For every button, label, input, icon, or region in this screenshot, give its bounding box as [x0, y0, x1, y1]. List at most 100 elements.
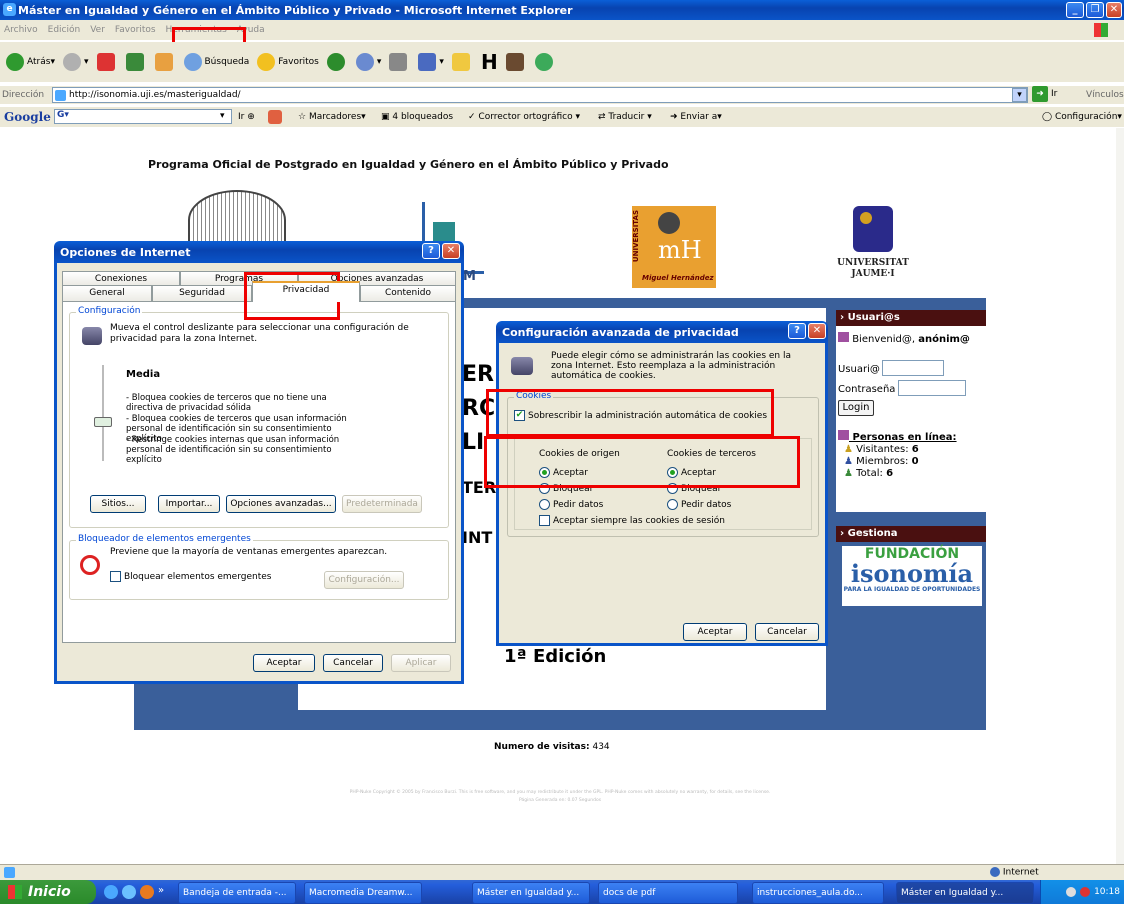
- task-master-1[interactable]: Máster en Igualdad y...: [472, 882, 590, 904]
- tab-privacidad[interactable]: Privacidad: [252, 281, 360, 302]
- quicklaunch-outlook-icon[interactable]: [104, 885, 118, 899]
- tab-conexiones[interactable]: Conexiones: [62, 271, 180, 285]
- advanced-options-button[interactable]: Opciones avanzadas...: [226, 495, 336, 513]
- ok-button[interactable]: Aceptar: [253, 654, 315, 672]
- quicklaunch-firefox-icon[interactable]: [140, 885, 154, 899]
- stop-button[interactable]: [96, 53, 118, 71]
- send-to-button[interactable]: ➜ Enviar a▾: [670, 112, 722, 122]
- login-button[interactable]: Login: [838, 400, 874, 416]
- history-button[interactable]: [326, 53, 348, 71]
- quick-launch: »: [104, 885, 164, 899]
- stop-icon: [96, 53, 115, 71]
- task-master-2[interactable]: Máster en Igualdad y...: [896, 882, 1034, 904]
- google-dropdown-icon[interactable]: ▾: [220, 111, 225, 121]
- h-button[interactable]: H: [481, 50, 498, 74]
- translate-button[interactable]: ⇄ Traducir ▾: [598, 112, 652, 122]
- override-cookies-checkbox[interactable]: ✔ Sobrescribir la administración automáti…: [514, 410, 767, 421]
- task-dreamweaver[interactable]: Macromedia Dreamw...: [304, 882, 422, 904]
- tab-general[interactable]: General: [62, 285, 152, 301]
- google-go-button[interactable]: Ir ⊕: [238, 112, 255, 122]
- partial-text-2: RC: [462, 396, 496, 421]
- username-input[interactable]: [882, 360, 944, 376]
- minimize-icon[interactable]: _: [1066, 2, 1084, 18]
- help-icon[interactable]: ?: [422, 243, 440, 259]
- address-input[interactable]: http://isonomia.uji.es/masterigualdad/: [52, 87, 1028, 103]
- menu-favoritos[interactable]: Favoritos: [115, 25, 156, 35]
- links-label[interactable]: Vínculos: [1086, 90, 1124, 100]
- task-instrucciones[interactable]: instrucciones_aula.do...: [752, 882, 884, 904]
- default-button[interactable]: Predeterminada: [342, 495, 422, 513]
- block-popups-checkbox[interactable]: Bloquear elementos emergentes: [110, 571, 271, 582]
- tab-contenido[interactable]: Contenido: [360, 285, 456, 301]
- footer-copyright: PHP-Nuke Copyright © 2005 by Francisco B…: [349, 790, 771, 795]
- adv-ok-button[interactable]: Aceptar: [683, 623, 747, 641]
- maximize-icon[interactable]: ❐: [1086, 2, 1104, 18]
- first-party-prompt-radio[interactable]: Pedir datos: [539, 499, 603, 510]
- research-button[interactable]: [505, 53, 527, 71]
- first-party-block-radio[interactable]: Bloquear: [539, 483, 593, 494]
- page-scrollbar[interactable]: [1116, 128, 1124, 864]
- popup-blocked-button[interactable]: ▣ 4 bloqueados: [381, 112, 453, 122]
- users-icon: [838, 332, 849, 342]
- back-arrow-icon: [6, 53, 24, 71]
- address-dropdown[interactable]: ▾: [1012, 88, 1027, 102]
- spellcheck-button[interactable]: ✓ Corrector ortográfico ▾: [468, 112, 580, 122]
- adv-close-icon[interactable]: ✕: [808, 323, 826, 339]
- print-button[interactable]: [389, 53, 410, 71]
- messenger-button[interactable]: [534, 53, 556, 71]
- sites-button[interactable]: Sitios...: [90, 495, 146, 513]
- edit-button[interactable]: ▾: [418, 53, 444, 71]
- partial-text-5: INT: [462, 528, 493, 547]
- start-button[interactable]: Inicio: [0, 880, 96, 904]
- privacy-slider-thumb[interactable]: [94, 417, 112, 427]
- import-button[interactable]: Importar...: [158, 495, 220, 513]
- windows-logo-icon: [1094, 23, 1108, 37]
- member-icon: ♟: [844, 456, 853, 467]
- session-cookies-checkbox[interactable]: Aceptar siempre las cookies de sesión: [539, 515, 725, 526]
- menu-herramientas[interactable]: Herramientas: [166, 25, 227, 35]
- refresh-button[interactable]: [125, 53, 147, 71]
- dialog-close-icon[interactable]: ✕: [442, 243, 460, 259]
- fundacion-isonomia-logo[interactable]: FUNDACIÓN isonomía PARA LA IGUALDAD DE O…: [842, 546, 982, 606]
- popup-blocker-icon: [80, 555, 100, 575]
- tab-seguridad[interactable]: Seguridad: [152, 285, 252, 301]
- menu-archivo[interactable]: Archivo: [4, 25, 38, 35]
- home-button[interactable]: [154, 53, 176, 71]
- third-party-accept-radio[interactable]: Aceptar: [667, 467, 716, 478]
- adv-cancel-button[interactable]: Cancelar: [755, 623, 819, 641]
- privacy-slider-track[interactable]: [102, 365, 104, 461]
- quicklaunch-more-icon[interactable]: »: [158, 885, 164, 899]
- ie-icon: e: [3, 3, 16, 16]
- quicklaunch-ie-icon[interactable]: [122, 885, 136, 899]
- menu-ver[interactable]: Ver: [90, 25, 105, 35]
- third-party-block-radio[interactable]: Bloquear: [667, 483, 721, 494]
- bookmarks-button[interactable]: ☆ Marcadores▾: [298, 112, 366, 122]
- go-button[interactable]: ➜ Ir: [1032, 86, 1057, 102]
- task-docs-pdf[interactable]: docs de pdf: [598, 882, 738, 904]
- first-party-accept-radio[interactable]: Aceptar: [539, 467, 588, 478]
- folder-button[interactable]: [451, 53, 473, 71]
- menu-edicion[interactable]: Edición: [48, 25, 81, 35]
- favorites-button[interactable]: Favoritos: [257, 53, 319, 71]
- page-icon: [55, 90, 66, 101]
- popup-config-button[interactable]: Configuración...: [324, 571, 404, 589]
- adv-help-icon[interactable]: ?: [788, 323, 806, 339]
- forward-button[interactable]: ▾: [62, 53, 89, 71]
- menu-ayuda[interactable]: Ayuda: [237, 25, 265, 35]
- apply-button[interactable]: Aplicar: [391, 654, 451, 672]
- search-button[interactable]: Búsqueda: [183, 53, 249, 71]
- tray-antivirus-icon[interactable]: [1080, 887, 1091, 897]
- tray-network-icon[interactable]: [1066, 887, 1077, 897]
- google-config-button[interactable]: ◯ Configuración▾: [1042, 112, 1122, 122]
- back-button[interactable]: Atrás ▾: [6, 53, 55, 71]
- cancel-button[interactable]: Cancelar: [323, 654, 383, 672]
- third-party-prompt-radio[interactable]: Pedir datos: [667, 499, 731, 510]
- google-news-icon[interactable]: [268, 110, 282, 124]
- cookie-options-box: Cookies de origen Cookies de terceros Ac…: [514, 438, 812, 530]
- task-bandeja[interactable]: Bandeja de entrada -...: [178, 882, 296, 904]
- google-search-input[interactable]: G▾: [54, 109, 232, 124]
- close-icon[interactable]: ✕: [1106, 2, 1122, 18]
- password-input[interactable]: [898, 380, 966, 396]
- mail-button[interactable]: ▾: [355, 53, 381, 71]
- partial-text-1: ER: [462, 362, 494, 387]
